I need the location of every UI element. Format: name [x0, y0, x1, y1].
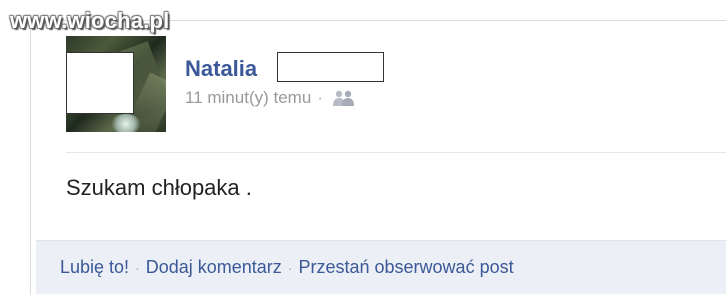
post-text: Szukam chłopaka .: [66, 175, 252, 200]
add-comment-link[interactable]: Dodaj komentarz: [146, 257, 282, 278]
watermark: www.wiocha.pl: [10, 8, 170, 33]
header-divider: [66, 152, 726, 153]
page: www.wiocha.pl Natalia 11 minut(y) temu ·…: [0, 0, 726, 295]
avatar-photo-light: [111, 114, 141, 132]
post-action-bar: Lubię to! · Dodaj komentarz · Przestań o…: [36, 240, 726, 294]
unfollow-post-link[interactable]: Przestań obserwować post: [298, 257, 513, 278]
censor-box-surname: [277, 52, 384, 82]
like-link[interactable]: Lubię to!: [60, 257, 129, 278]
meta-separator: ·: [317, 88, 323, 107]
censor-box-photo: [66, 52, 134, 114]
post-timestamp[interactable]: 11 minut(y) temu: [185, 88, 311, 108]
post-meta: 11 minut(y) temu ·: [185, 88, 357, 108]
friends-icon[interactable]: [331, 89, 357, 107]
action-separator: ·: [287, 259, 293, 276]
action-separator: ·: [135, 259, 140, 276]
author-name[interactable]: Natalia: [185, 56, 257, 82]
